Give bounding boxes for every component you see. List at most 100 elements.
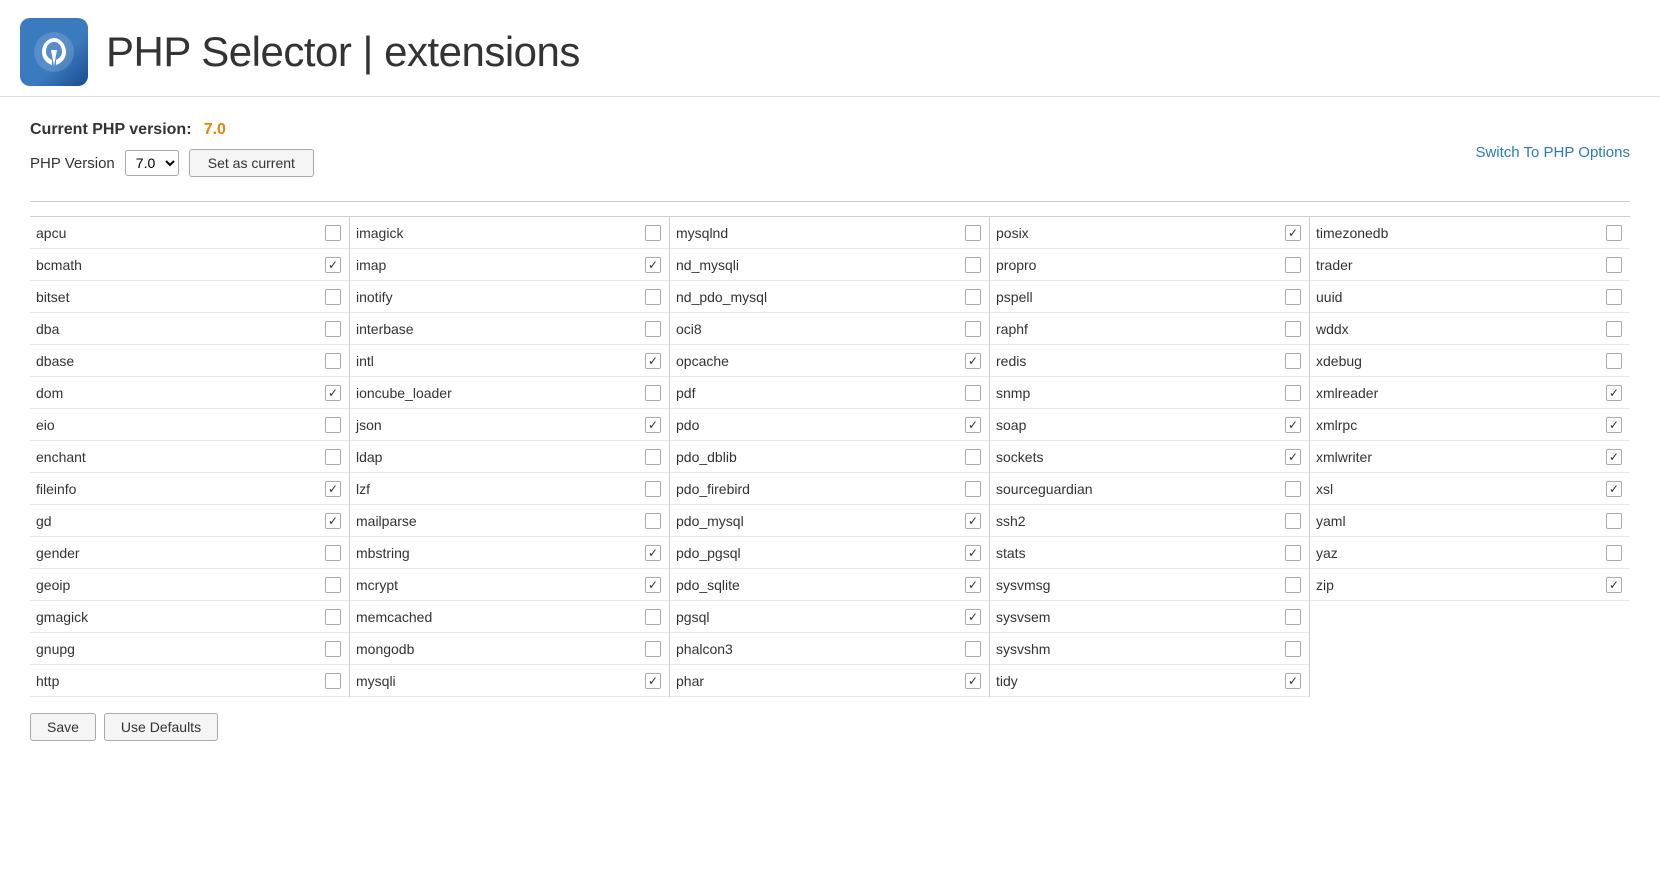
extension-checkbox[interactable] [325, 545, 341, 561]
extension-checkbox[interactable] [1606, 545, 1622, 561]
extension-checkbox[interactable] [1285, 609, 1301, 625]
extension-checkbox[interactable] [325, 609, 341, 625]
extension-checkbox[interactable] [325, 321, 341, 337]
extension-name: sockets [996, 449, 1043, 465]
extension-checkbox[interactable] [965, 225, 981, 241]
use-defaults-button[interactable]: Use Defaults [104, 713, 218, 741]
extension-checkbox[interactable] [645, 481, 661, 497]
extension-checkbox[interactable] [965, 545, 981, 561]
extension-checkbox[interactable] [325, 449, 341, 465]
extension-checkbox[interactable] [645, 673, 661, 689]
extension-checkbox[interactable] [1606, 513, 1622, 529]
extension-name: sysvmsg [996, 577, 1050, 593]
extension-name: raphf [996, 321, 1028, 337]
extension-checkbox[interactable] [965, 385, 981, 401]
save-button[interactable]: Save [30, 713, 96, 741]
extension-checkbox[interactable] [1285, 321, 1301, 337]
extension-checkbox[interactable] [325, 353, 341, 369]
extension-checkbox[interactable] [1285, 513, 1301, 529]
extension-row: stats [990, 537, 1309, 569]
extension-checkbox[interactable] [1285, 289, 1301, 305]
extension-checkbox[interactable] [325, 417, 341, 433]
extension-checkbox[interactable] [1606, 481, 1622, 497]
extension-name: geoip [36, 577, 70, 593]
extension-checkbox[interactable] [965, 449, 981, 465]
extension-row: memcached [350, 601, 669, 633]
php-version-select[interactable]: 7.0 5.4 5.5 5.6 7.1 7.2 [125, 150, 179, 176]
extension-checkbox[interactable] [1285, 641, 1301, 657]
extension-checkbox[interactable] [1285, 577, 1301, 593]
extension-checkbox[interactable] [1285, 481, 1301, 497]
extension-checkbox[interactable] [325, 641, 341, 657]
extension-checkbox[interactable] [965, 417, 981, 433]
extension-checkbox[interactable] [645, 609, 661, 625]
extension-checkbox[interactable] [965, 353, 981, 369]
extension-checkbox[interactable] [1606, 577, 1622, 593]
extension-checkbox[interactable] [645, 449, 661, 465]
extension-checkbox[interactable] [965, 609, 981, 625]
extension-checkbox[interactable] [965, 321, 981, 337]
extension-checkbox[interactable] [645, 257, 661, 273]
extension-checkbox[interactable] [1285, 545, 1301, 561]
extension-checkbox[interactable] [645, 225, 661, 241]
bottom-buttons: Save Use Defaults [30, 713, 1630, 741]
extension-row: xdebug [1310, 345, 1630, 377]
extension-name: gnupg [36, 641, 75, 657]
extension-checkbox[interactable] [325, 225, 341, 241]
extension-checkbox[interactable] [1606, 225, 1622, 241]
extension-checkbox[interactable] [1606, 449, 1622, 465]
extension-checkbox[interactable] [1606, 417, 1622, 433]
extension-row: opcache [670, 345, 989, 377]
extension-checkbox[interactable] [1606, 289, 1622, 305]
extension-checkbox[interactable] [1285, 449, 1301, 465]
extension-checkbox[interactable] [325, 577, 341, 593]
extension-checkbox[interactable] [325, 673, 341, 689]
extension-checkbox[interactable] [1285, 417, 1301, 433]
extension-checkbox[interactable] [965, 289, 981, 305]
set-current-button[interactable]: Set as current [189, 149, 314, 177]
extension-name: inotify [356, 289, 393, 305]
extension-checkbox[interactable] [1285, 257, 1301, 273]
extension-checkbox[interactable] [965, 257, 981, 273]
extension-name: wddx [1316, 321, 1349, 337]
extension-checkbox[interactable] [645, 385, 661, 401]
extension-checkbox[interactable] [965, 481, 981, 497]
extension-checkbox[interactable] [965, 673, 981, 689]
extension-checkbox[interactable] [965, 641, 981, 657]
extension-checkbox[interactable] [325, 385, 341, 401]
extension-row: enchant [30, 441, 349, 473]
extension-checkbox[interactable] [645, 513, 661, 529]
extension-checkbox[interactable] [645, 641, 661, 657]
extension-checkbox[interactable] [1606, 353, 1622, 369]
extension-name: timezonedb [1316, 225, 1388, 241]
extension-checkbox[interactable] [325, 289, 341, 305]
extension-checkbox[interactable] [965, 577, 981, 593]
extension-name: tidy [996, 673, 1018, 689]
extension-checkbox[interactable] [325, 481, 341, 497]
switch-to-php-options-link[interactable]: Switch To PHP Options [1475, 144, 1630, 161]
extension-checkbox[interactable] [1606, 385, 1622, 401]
extension-checkbox[interactable] [645, 417, 661, 433]
extension-row: bcmath [30, 249, 349, 281]
extension-checkbox[interactable] [1606, 257, 1622, 273]
extension-checkbox[interactable] [965, 513, 981, 529]
extension-row: dom [30, 377, 349, 409]
extension-checkbox[interactable] [645, 577, 661, 593]
extension-checkbox[interactable] [1285, 353, 1301, 369]
extension-checkbox[interactable] [645, 321, 661, 337]
extension-checkbox[interactable] [325, 257, 341, 273]
extension-checkbox[interactable] [645, 545, 661, 561]
page-header: PHP Selector | extensions [0, 0, 1660, 97]
extension-row: posix [990, 217, 1309, 249]
extension-name: gender [36, 545, 80, 561]
extension-checkbox[interactable] [645, 353, 661, 369]
extension-checkbox[interactable] [1606, 321, 1622, 337]
extension-checkbox[interactable] [325, 513, 341, 529]
extension-checkbox[interactable] [1285, 225, 1301, 241]
extension-name: yaz [1316, 545, 1338, 561]
extension-checkbox[interactable] [1285, 385, 1301, 401]
extension-name: intl [356, 353, 374, 369]
extension-checkbox[interactable] [1285, 673, 1301, 689]
extension-checkbox[interactable] [645, 289, 661, 305]
main-content: Current PHP version: 7.0 PHP Version 7.0… [0, 97, 1660, 877]
